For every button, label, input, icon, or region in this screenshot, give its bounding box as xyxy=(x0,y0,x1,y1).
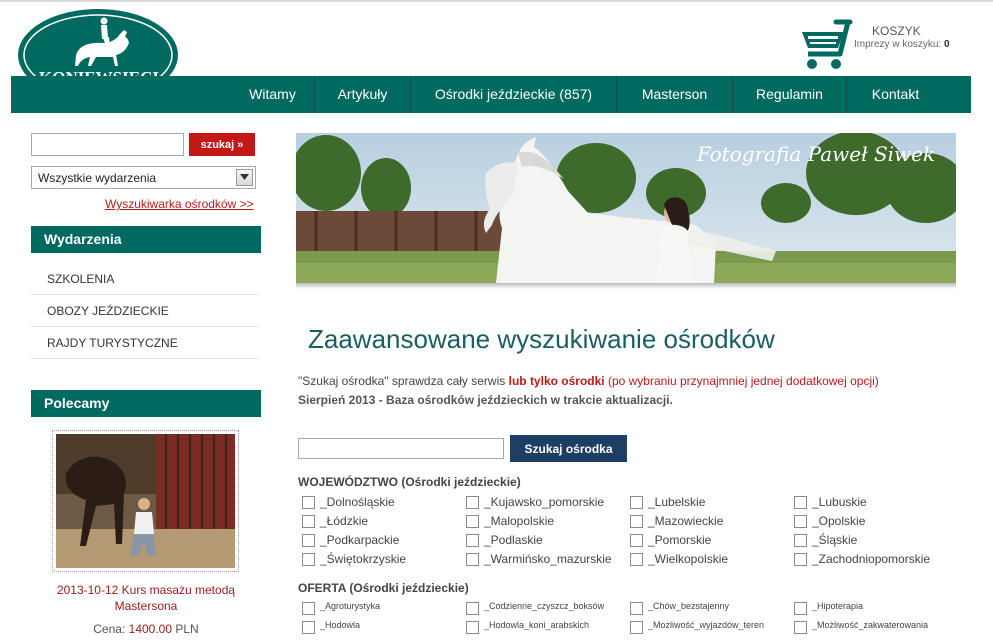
nav-artykuly[interactable]: Artykuły xyxy=(315,76,410,113)
voivodeship-checkbox-label[interactable]: _Pomorskie xyxy=(648,533,711,547)
promo-price-currency: PLN xyxy=(175,622,199,636)
voivodeship-checkbox-label[interactable]: _Malopolskie xyxy=(484,514,554,528)
cart-title[interactable]: KOSZYK xyxy=(872,24,921,38)
voivodeship-checkbox[interactable] xyxy=(302,553,315,566)
voivodeship-checkbox[interactable] xyxy=(630,496,643,509)
sidebar-search-button[interactable]: szukaj » xyxy=(189,133,255,156)
cart-count-label: Imprezy w koszyku: xyxy=(854,39,942,50)
voivodeship-checkbox-label[interactable]: _Świętokrzyskie xyxy=(320,552,406,566)
promo-title-link[interactable]: 2013-10-12 Kurs masażu metodą Mastersona xyxy=(31,582,261,614)
database-note: Sierpień 2013 - Baza ośrodków jeździecki… xyxy=(298,393,673,407)
event-item-rajdy[interactable]: RAJDY TURYSTYCZNE xyxy=(31,327,259,359)
nav-regulamin[interactable]: Regulamin xyxy=(733,76,846,113)
cart-count: Imprezy w koszyku: 0 xyxy=(854,39,950,50)
offer-checkbox[interactable] xyxy=(302,621,315,634)
promo-image-frame[interactable] xyxy=(52,430,239,572)
voivodeship-checkbox-label[interactable]: _Wielkopolskie xyxy=(648,552,728,566)
voivodeship-checkbox[interactable] xyxy=(302,534,315,547)
offer-checkbox-label[interactable]: _Możliwość_wyjazdów_teren xyxy=(648,620,764,630)
voivodeship-checkbox-label[interactable]: _Śląskie xyxy=(812,533,857,547)
offer-checkbox-label[interactable]: _Hodowla xyxy=(320,620,360,630)
voivodeship-checkbox[interactable] xyxy=(302,515,315,528)
nav-kontakt[interactable]: Kontakt xyxy=(847,76,944,113)
offer-checkbox[interactable] xyxy=(466,602,479,615)
offer-checkbox-label[interactable]: _Możliwość_zakwaterowania xyxy=(812,620,928,630)
voivodeship-checkbox-label[interactable]: _Warmińsko_mazurskie xyxy=(484,552,612,566)
voivodeship-checkbox[interactable] xyxy=(794,553,807,566)
offer-checkbox[interactable] xyxy=(630,621,643,634)
cart-icon[interactable] xyxy=(800,18,862,72)
event-item-szkolenia[interactable]: SZKOLENIA xyxy=(31,263,259,295)
voivodeship-checkbox[interactable] xyxy=(794,496,807,509)
offer-checkbox[interactable] xyxy=(794,602,807,615)
offer-checkbox-label[interactable]: _Agroturystyka xyxy=(320,601,380,611)
voivodeship-checkbox-label[interactable]: _Zachodniopomorskie xyxy=(812,552,930,566)
center-search-input[interactable] xyxy=(298,438,504,459)
voivodeship-checkbox-label[interactable]: _Podkarpackie xyxy=(320,533,399,547)
offer-checkbox-label[interactable]: _Chów_bezstajenny xyxy=(648,601,729,611)
offer-checkbox-label[interactable]: _Codzienne_czyszcz_boksów xyxy=(484,601,604,611)
event-item-obozy[interactable]: OBOZY JEŹDZIECKIE xyxy=(31,295,259,327)
event-type-select[interactable]: Wszystkie wydarzenia xyxy=(31,166,256,189)
voivodeship-checkbox-label[interactable]: _Opolskie xyxy=(812,514,865,528)
voivodeship-checkbox[interactable] xyxy=(630,515,643,528)
desc-end: (po wybraniu przynajmniej jednej dodatko… xyxy=(604,374,879,388)
voivodeship-checkbox[interactable] xyxy=(794,534,807,547)
voivodeship-checkbox-label[interactable]: _Kujawsko_pomorskie xyxy=(484,495,604,509)
offer-checkbox[interactable] xyxy=(794,621,807,634)
nav-masterson[interactable]: Masterson xyxy=(617,76,732,113)
advanced-search-link[interactable]: Wyszukiwarka ośrodków >> xyxy=(105,197,254,211)
sidebar-search-input[interactable] xyxy=(31,133,184,156)
voivodeship-checkbox[interactable] xyxy=(630,553,643,566)
offer-checkbox-label[interactable]: _Hodowla_koni_arabskich xyxy=(484,620,589,630)
main-nav: Witamy Artykuły Ośrodki jeździeckie (857… xyxy=(11,76,971,113)
center-search-button[interactable]: Szukaj ośrodka xyxy=(510,435,627,462)
voivodeship-checkbox[interactable] xyxy=(466,496,479,509)
offer-heading: OFERTA (Ośrodki jeździeckie) xyxy=(298,581,469,595)
voivodeship-checkbox-label[interactable]: _Łódzkie xyxy=(320,514,368,528)
offer-checkbox-label[interactable]: _Hipoterapia xyxy=(812,601,863,611)
event-type-select-value: Wszystkie wydarzenia xyxy=(38,171,157,185)
page-title: Zaawansowane wyszukiwanie ośrodków xyxy=(308,324,775,354)
promo-photo[interactable] xyxy=(56,434,235,568)
chevron-down-icon[interactable] xyxy=(236,169,253,186)
nav-osrodki[interactable]: Ośrodki jeździeckie (857) xyxy=(411,76,616,113)
promo-price-label: Cena: xyxy=(93,622,126,636)
voivodeship-checkbox[interactable] xyxy=(466,534,479,547)
hero-banner: Fotografia Paweł Siwek xyxy=(296,133,956,283)
voivodeship-checkbox-label[interactable]: _Lubelskie xyxy=(648,495,705,509)
desc-bold: lub tylko ośrodki xyxy=(508,374,605,388)
voivodeship-checkbox-label[interactable]: _Dolnośląskie xyxy=(320,495,395,509)
voivodeship-checkbox[interactable] xyxy=(630,534,643,547)
desc-start: "Szukaj ośrodka" sprawdza cały serwis xyxy=(298,374,509,388)
events-heading: Wydarzenia xyxy=(31,226,261,253)
banner-signature: Fotografia Paweł Siwek xyxy=(696,142,935,166)
voivodeship-checkbox[interactable] xyxy=(302,496,315,509)
offer-checkbox[interactable] xyxy=(630,602,643,615)
nav-witamy[interactable]: Witamy xyxy=(231,76,314,113)
voivodeship-checkbox-label[interactable]: _Mazowieckie xyxy=(648,514,723,528)
voivodeship-checkbox-label[interactable]: _Podlaskie xyxy=(484,533,543,547)
voivodeship-heading: WOJEWÓDZTWO (Ośrodki jeździeckie) xyxy=(298,475,521,489)
promo-price: Cena: 1400.00 PLN xyxy=(31,622,261,636)
voivodeship-checkbox[interactable] xyxy=(794,515,807,528)
cart-count-value: 0 xyxy=(944,39,950,50)
search-description: "Szukaj ośrodka" sprawdza cały serwis lu… xyxy=(298,374,879,388)
cart-widget[interactable]: KOSZYK Imprezy w koszyku: 0 xyxy=(800,18,990,74)
promo-price-value: 1400.00 xyxy=(128,622,173,636)
voivodeship-checkbox-label[interactable]: _Lubuskie xyxy=(812,495,867,509)
recommend-heading: Polecamy xyxy=(31,390,261,417)
offer-checkbox[interactable] xyxy=(302,602,315,615)
banner-shadow xyxy=(296,283,956,289)
top-border xyxy=(0,0,993,2)
voivodeship-checkbox[interactable] xyxy=(466,515,479,528)
offer-checkbox[interactable] xyxy=(466,621,479,634)
voivodeship-checkbox[interactable] xyxy=(466,553,479,566)
